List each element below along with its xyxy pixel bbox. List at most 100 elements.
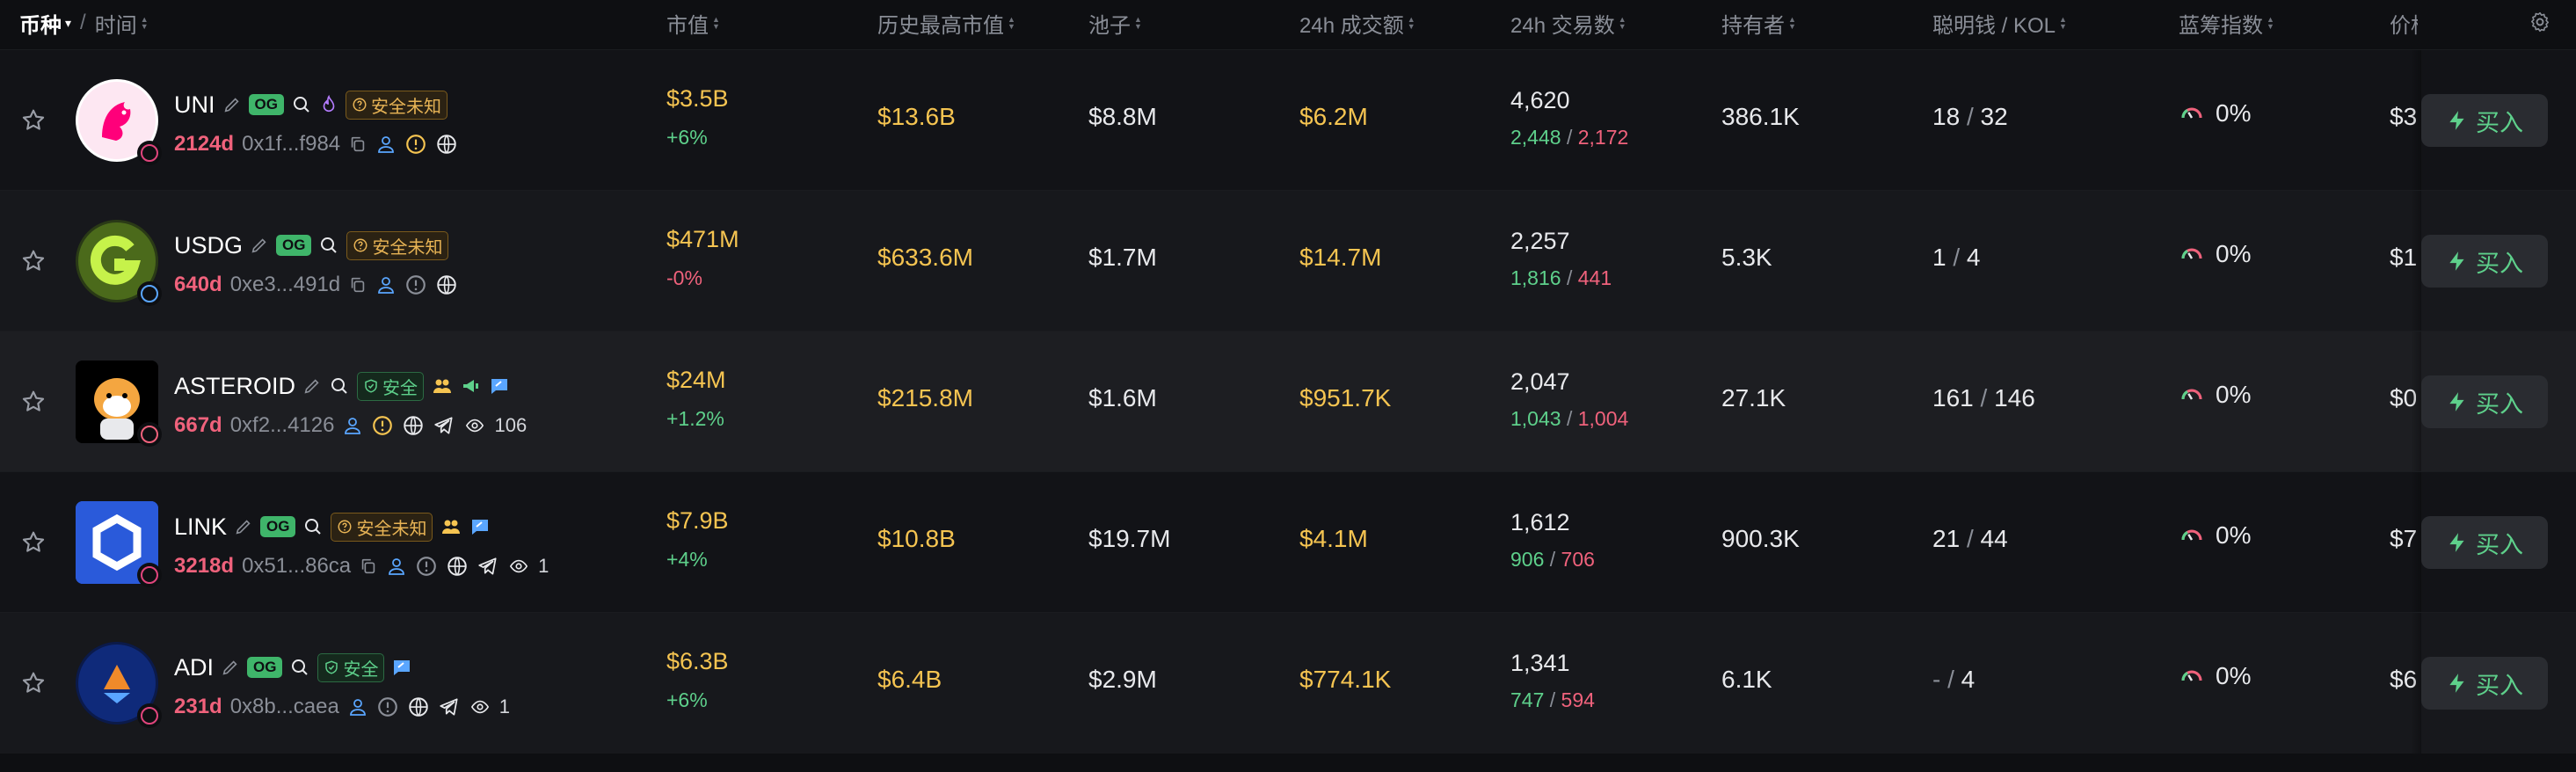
buy-button[interactable]: 买入 (2421, 235, 2548, 288)
header-pool[interactable]: 池子 ▲ ▼ (1088, 0, 1142, 46)
edit-pencil-icon[interactable] (250, 236, 269, 255)
dev-user-icon[interactable] (342, 415, 363, 436)
header-tx[interactable]: 24h 交易数 ▲ ▼ (1510, 0, 1626, 46)
token-address[interactable]: 0x1f...f984 (242, 132, 340, 157)
favorite-star-icon[interactable] (19, 106, 47, 135)
telegram-icon[interactable] (438, 696, 461, 718)
gauge-icon (2179, 522, 2205, 549)
copy-icon[interactable] (348, 275, 367, 295)
token-symbol[interactable]: ASTEROID (174, 373, 295, 400)
security-badge[interactable]: 安全 (357, 371, 425, 401)
header-bluechip[interactable]: 蓝筹指数 ▲ ▼ (2179, 0, 2274, 46)
sort-icon[interactable]: ▲ ▼ (2059, 16, 2067, 31)
header-coin[interactable]: 币种 (19, 8, 62, 39)
security-badge[interactable]: 安全未知 (331, 512, 433, 542)
edit-pencil-icon[interactable] (221, 658, 240, 677)
favorite-star-icon[interactable] (19, 247, 47, 275)
bluechip-index: 0% (2179, 240, 2251, 268)
buy-button[interactable]: 买入 (2421, 375, 2548, 428)
header-holders[interactable]: 持有者 ▲ ▼ (1721, 0, 1796, 46)
favorite-star-icon[interactable] (19, 388, 47, 416)
token-meta-line: 2124d 0x1f...f984 (174, 129, 458, 159)
buy-button[interactable]: 买入 (2421, 657, 2548, 710)
sort-icon[interactable]: ▲ ▼ (1619, 16, 1626, 31)
smart-kol-value: 1 / 4 (1932, 244, 1981, 272)
header-market-cap[interactable]: 市值 ▲ ▼ (666, 0, 720, 46)
token-symbol[interactable]: LINK (174, 513, 227, 541)
copy-icon[interactable] (359, 557, 378, 576)
header-time[interactable]: 时间 (95, 8, 137, 39)
token-symbol[interactable]: USDG (174, 232, 243, 259)
info-icon[interactable] (376, 696, 399, 718)
telegram-icon[interactable] (477, 555, 499, 578)
usdg-token-logo[interactable] (76, 220, 162, 306)
kol-count: 4 (1961, 666, 1976, 693)
sort-icon[interactable]: ▲ ▼ (1788, 16, 1796, 31)
security-badge[interactable]: 安全未知 (346, 230, 449, 260)
market-cap-change: +4% (666, 548, 708, 571)
header-volume[interactable]: 24h 成交额 ▲ ▼ (1299, 0, 1415, 46)
settings-gear-icon[interactable] (2529, 11, 2551, 33)
warning-icon[interactable] (404, 133, 427, 156)
table-row[interactable]: LINK OG 安全未知 3218d 0x51...86ca 1 $7.9B +… (0, 471, 2576, 613)
search-icon[interactable] (291, 94, 312, 115)
header-smart-money[interactable]: 聪明钱 / KOL ▲ ▼ (1932, 0, 2067, 46)
uni-token-logo[interactable] (76, 79, 162, 165)
dev-user-icon[interactable] (386, 556, 407, 577)
sort-icon[interactable]: ▲ ▼ (2267, 16, 2274, 31)
header-ath-market-cap[interactable]: 历史最高市值 ▲ ▼ (877, 0, 1015, 46)
website-globe-icon[interactable] (435, 273, 458, 296)
buy-button[interactable]: 买入 (2421, 94, 2548, 147)
ath-market-cap-value: $633.6M (877, 244, 973, 271)
search-icon[interactable] (302, 516, 324, 537)
sort-icon[interactable]: ▲ ▼ (1408, 16, 1415, 31)
token-address[interactable]: 0xf2...4126 (230, 413, 335, 438)
caret-down-icon[interactable]: ▾ (65, 16, 71, 31)
info-icon[interactable] (404, 273, 427, 296)
token-address[interactable]: 0x51...86ca (242, 554, 351, 579)
website-globe-icon[interactable] (407, 696, 430, 718)
asteroid-token-logo[interactable] (76, 361, 162, 447)
website-globe-icon[interactable] (402, 414, 425, 437)
info-icon[interactable] (415, 555, 438, 578)
security-badge[interactable]: 安全未知 (345, 90, 448, 120)
sort-icon[interactable]: ▲ ▼ (712, 16, 720, 31)
table-row[interactable]: ADI OG 安全 231d 0x8b...caea 1 $6.3B +6% $… (0, 612, 2576, 754)
token-address[interactable]: 0x8b...caea (230, 695, 339, 719)
warning-icon[interactable] (371, 414, 394, 437)
dev-user-icon[interactable] (375, 274, 397, 295)
smart-money-count: 161 (1932, 384, 1974, 411)
favorite-star-icon[interactable] (19, 528, 47, 557)
search-icon[interactable] (318, 235, 339, 256)
search-icon[interactable] (329, 375, 350, 397)
edit-pencil-icon[interactable] (234, 517, 253, 536)
token-symbol[interactable]: ADI (174, 654, 214, 681)
table-row[interactable]: USDG OG 安全未知 640d 0xe3...491d $471M -0% … (0, 190, 2576, 331)
sort-icon[interactable]: ▲ ▼ (1008, 16, 1015, 31)
dev-user-icon[interactable] (347, 696, 368, 717)
website-globe-icon[interactable] (446, 555, 469, 578)
link-token-logo[interactable] (76, 501, 162, 587)
token-address[interactable]: 0xe3...491d (230, 273, 340, 297)
token-name-line: ADI OG 安全 (174, 652, 412, 683)
edit-pencil-icon[interactable] (222, 95, 242, 114)
security-badge[interactable]: 安全 (317, 652, 385, 682)
sort-icon[interactable]: ▲ ▼ (141, 16, 149, 31)
adi-token-logo[interactable] (76, 642, 162, 728)
bluechip-value: 0% (2216, 521, 2252, 549)
dev-user-icon[interactable] (375, 134, 397, 155)
website-globe-icon[interactable] (435, 133, 458, 156)
question-circle-icon (353, 98, 367, 112)
buy-button[interactable]: 买入 (2421, 516, 2548, 569)
favorite-star-icon[interactable] (19, 669, 47, 697)
token-symbol[interactable]: UNI (174, 91, 215, 119)
table-row[interactable]: UNI OG 安全未知 2124d 0x1f...f984 $3.5B +6% … (0, 49, 2576, 191)
table-row[interactable]: ASTEROID 安全 667d 0xf2...4126 106 $24M +1… (0, 331, 2576, 472)
copy-icon[interactable] (348, 135, 367, 154)
search-icon[interactable] (289, 657, 310, 678)
edit-pencil-icon[interactable] (302, 376, 322, 396)
bluechip-index: 0% (2179, 99, 2251, 127)
header-price[interactable]: 价格 (2390, 0, 2418, 46)
sort-icon[interactable]: ▲ ▼ (1134, 16, 1142, 31)
telegram-icon[interactable] (433, 414, 455, 437)
